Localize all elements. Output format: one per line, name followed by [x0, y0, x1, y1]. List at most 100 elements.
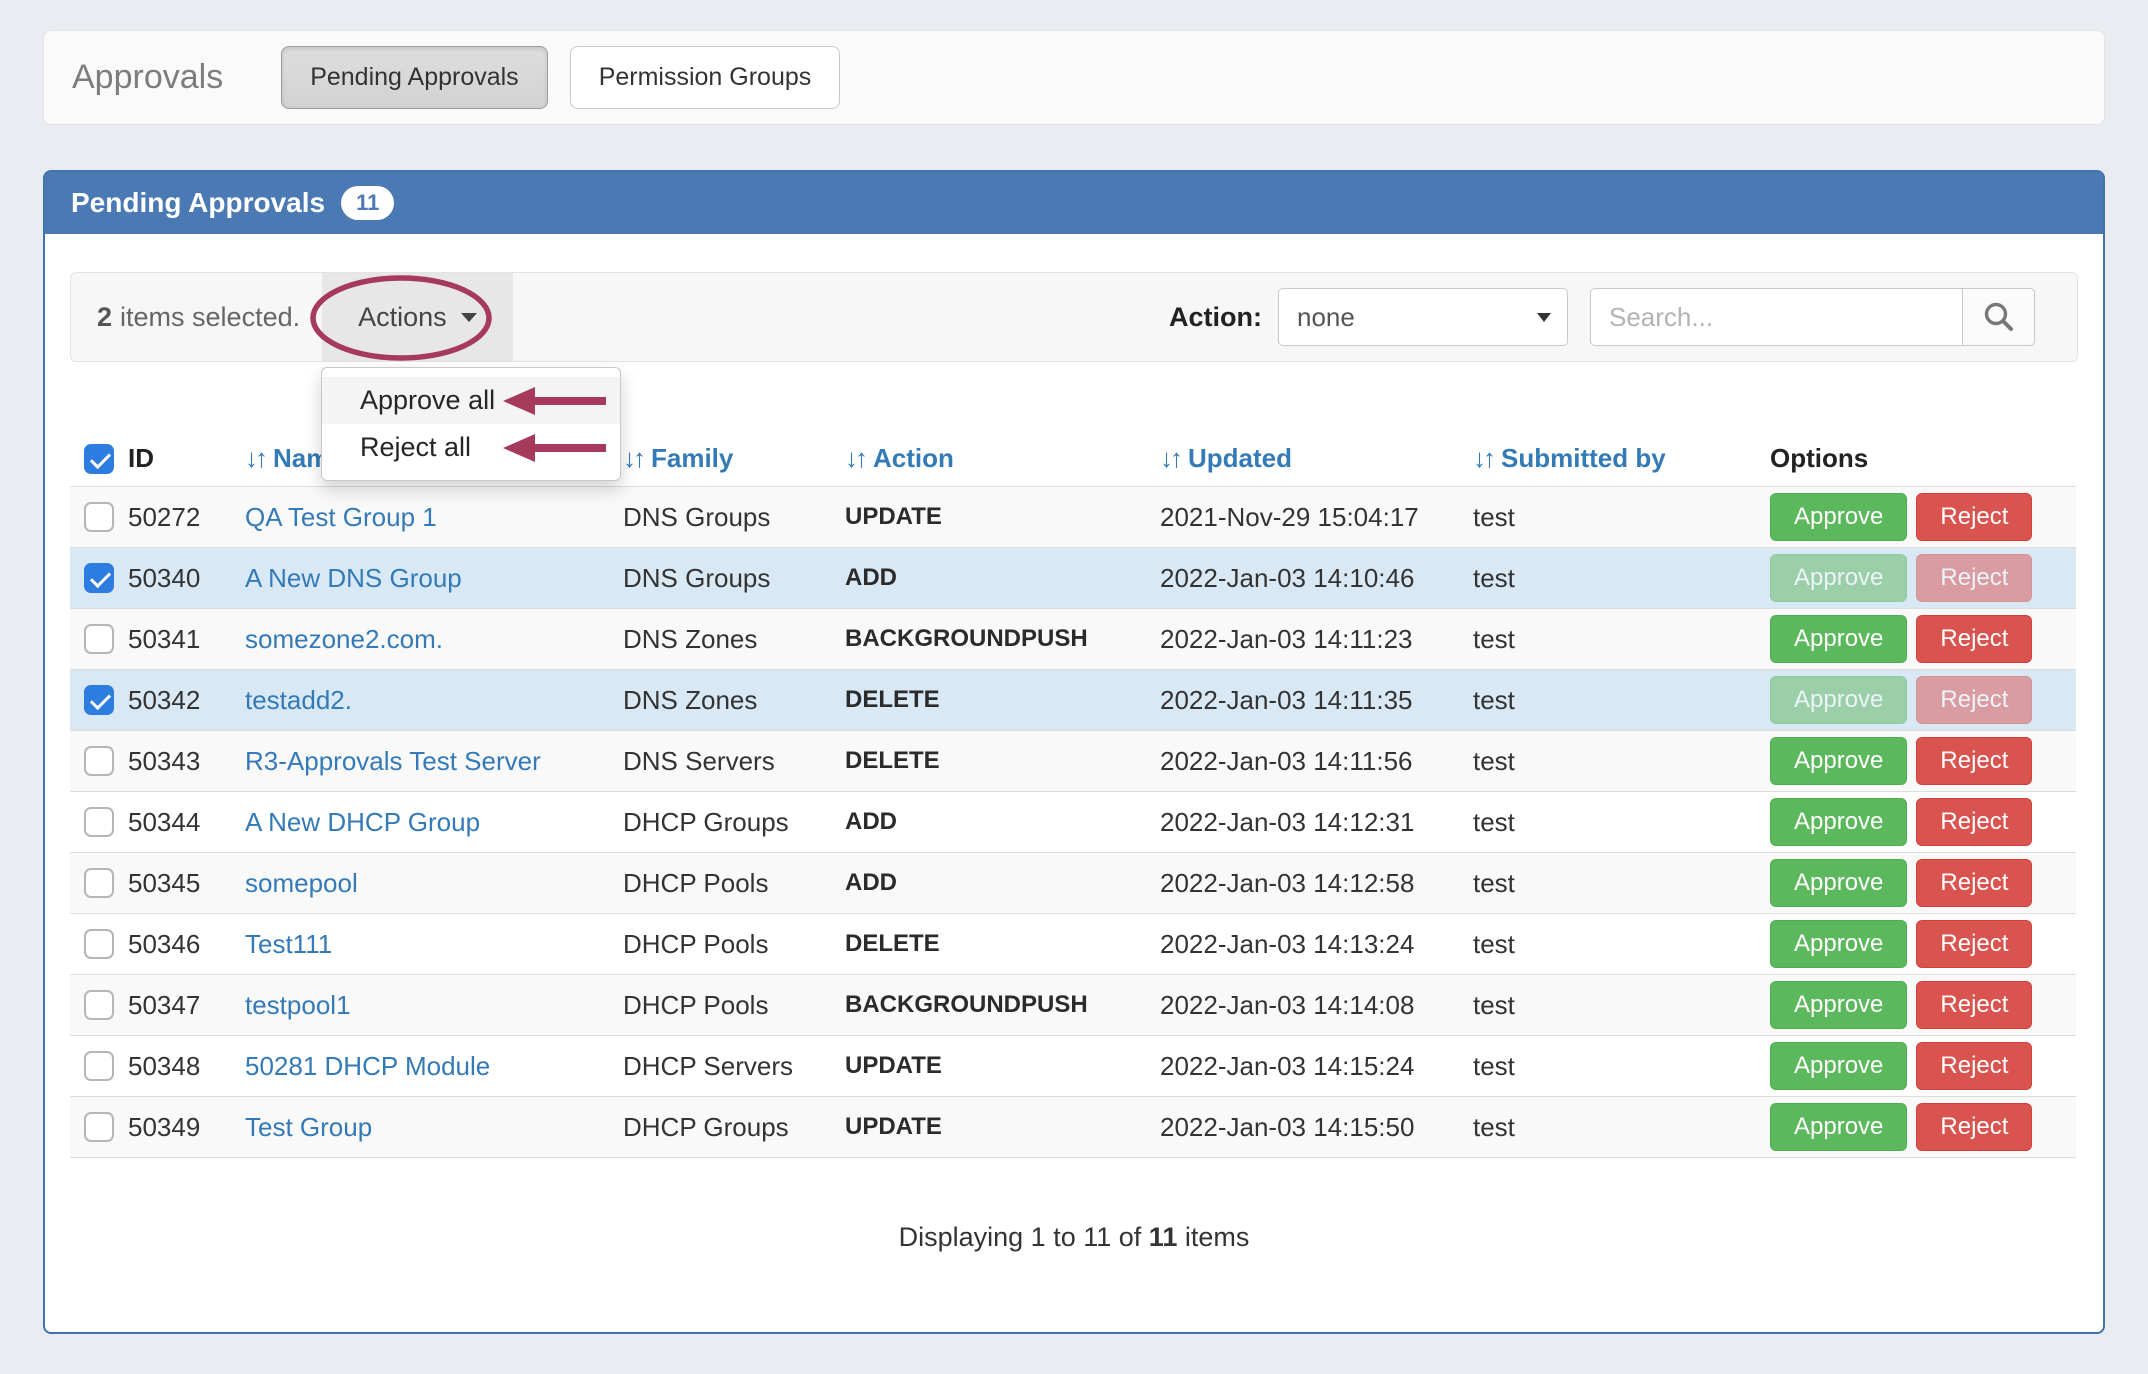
row-family: DHCP Groups	[611, 1097, 833, 1158]
approve-button[interactable]: Approve	[1770, 1042, 1907, 1090]
row-checkbox[interactable]	[84, 746, 114, 776]
row-id: 50272	[116, 487, 233, 548]
row-name-link[interactable]: testpool1	[245, 990, 351, 1020]
row-name-link[interactable]: 50281 DHCP Module	[245, 1051, 490, 1081]
actions-button-label: Actions	[358, 302, 447, 333]
row-updated: 2022-Jan-03 14:15:24	[1148, 1036, 1461, 1097]
reject-button[interactable]: Reject	[1916, 981, 2032, 1029]
row-family: DNS Servers	[611, 731, 833, 792]
row-name-link[interactable]: testadd2.	[245, 685, 352, 715]
approve-button[interactable]: Approve	[1770, 920, 1907, 968]
table-row: 50346Test111DHCP PoolsDELETE2022-Jan-03 …	[70, 914, 2076, 975]
pending-approvals-panel: Pending Approvals 11 2 items selected. A…	[43, 170, 2105, 1334]
reject-button[interactable]: Reject	[1916, 676, 2032, 724]
dropdown-item-reject-all[interactable]: Reject all	[322, 424, 620, 471]
row-checkbox[interactable]	[84, 868, 114, 898]
reject-button[interactable]: Reject	[1916, 1042, 2032, 1090]
approve-button[interactable]: Approve	[1770, 554, 1907, 602]
row-submitted-by: test	[1461, 792, 1758, 853]
row-name-link[interactable]: QA Test Group 1	[245, 502, 437, 532]
selected-text: items selected.	[120, 302, 300, 333]
tab-permission-groups[interactable]: Permission Groups	[570, 46, 841, 109]
row-checkbox[interactable]	[84, 929, 114, 959]
reject-button[interactable]: Reject	[1916, 615, 2032, 663]
row-name-link[interactable]: somepool	[245, 868, 358, 898]
approve-button[interactable]: Approve	[1770, 676, 1907, 724]
tab-pending-approvals[interactable]: Pending Approvals	[281, 46, 547, 109]
row-family: DHCP Pools	[611, 853, 833, 914]
action-filter-select[interactable]: none	[1278, 288, 1568, 346]
approve-button[interactable]: Approve	[1770, 981, 1907, 1029]
row-name-link[interactable]: somezone2.com.	[245, 624, 443, 654]
reject-button[interactable]: Reject	[1916, 493, 2032, 541]
row-checkbox[interactable]	[84, 1051, 114, 1081]
row-name-link[interactable]: R3-Approvals Test Server	[245, 746, 541, 776]
row-submitted-by: test	[1461, 853, 1758, 914]
row-name-link[interactable]: A New DHCP Group	[245, 807, 480, 837]
row-name-link[interactable]: A New DNS Group	[245, 563, 462, 593]
row-updated: 2021-Nov-29 15:04:17	[1148, 487, 1461, 548]
table-row: 5034850281 DHCP ModuleDHCP ServersUPDATE…	[70, 1036, 2076, 1097]
approve-button[interactable]: Approve	[1770, 1103, 1907, 1151]
row-submitted-by: test	[1461, 670, 1758, 731]
table-row: 50344A New DHCP GroupDHCP GroupsADD2022-…	[70, 792, 2076, 853]
row-name-link[interactable]: Test111	[245, 929, 332, 959]
annotation-arrow-icon	[503, 386, 608, 416]
select-all-checkbox[interactable]	[84, 444, 114, 474]
approve-button[interactable]: Approve	[1770, 737, 1907, 785]
reject-button[interactable]: Reject	[1916, 737, 2032, 785]
footer-suffix: items	[1185, 1222, 1250, 1252]
panel-header: Pending Approvals 11	[45, 172, 2103, 234]
search-button[interactable]	[1962, 288, 2035, 346]
column-header-updated[interactable]: ↓↑Updated	[1148, 437, 1461, 487]
column-header-submitted[interactable]: ↓↑Submitted by	[1461, 437, 1758, 487]
row-family: DHCP Pools	[611, 975, 833, 1036]
approve-button[interactable]: Approve	[1770, 615, 1907, 663]
row-id: 50342	[116, 670, 233, 731]
search-input[interactable]	[1590, 288, 1962, 346]
table-row: 50340A New DNS GroupDNS GroupsADD2022-Ja…	[70, 548, 2076, 609]
page-background: Approvals Pending Approvals Permission G…	[0, 0, 2148, 1374]
row-checkbox[interactable]	[84, 990, 114, 1020]
reject-button[interactable]: Reject	[1916, 859, 2032, 907]
row-checkbox[interactable]	[84, 502, 114, 532]
row-checkbox[interactable]	[84, 807, 114, 837]
dropdown-item-approve-all[interactable]: Approve all	[322, 377, 620, 424]
search-group	[1590, 288, 2035, 346]
chevron-down-icon	[461, 313, 477, 322]
row-checkbox[interactable]	[84, 563, 114, 593]
row-family: DHCP Pools	[611, 914, 833, 975]
panel-title: Pending Approvals	[71, 187, 325, 219]
column-header-family[interactable]: ↓↑Family	[611, 437, 833, 487]
approve-button[interactable]: Approve	[1770, 493, 1907, 541]
approve-button[interactable]: Approve	[1770, 798, 1907, 846]
approve-button[interactable]: Approve	[1770, 859, 1907, 907]
row-family: DNS Groups	[611, 487, 833, 548]
row-action: BACKGROUNDPUSH	[833, 609, 1148, 670]
row-action: DELETE	[833, 914, 1148, 975]
row-id: 50345	[116, 853, 233, 914]
row-checkbox[interactable]	[84, 685, 114, 715]
action-filter-value: none	[1297, 302, 1355, 333]
row-id: 50347	[116, 975, 233, 1036]
reject-button[interactable]: Reject	[1916, 1103, 2032, 1151]
approvals-table: ID↓↑Name↓↑Family↓↑Action↓↑Updated↓↑Submi…	[70, 437, 2076, 1158]
row-checkbox[interactable]	[84, 1112, 114, 1142]
row-name-link[interactable]: Test Group	[245, 1112, 372, 1142]
column-header-action[interactable]: ↓↑Action	[833, 437, 1148, 487]
magnifier-icon	[1982, 300, 2016, 334]
reject-button[interactable]: Reject	[1916, 798, 2032, 846]
table-row: 50347testpool1DHCP PoolsBACKGROUNDPUSH20…	[70, 975, 2076, 1036]
table-row: 50345somepoolDHCP PoolsADD2022-Jan-03 14…	[70, 853, 2076, 914]
action-filter-label: Action:	[1169, 302, 1262, 333]
row-action: ADD	[833, 548, 1148, 609]
row-submitted-by: test	[1461, 731, 1758, 792]
sort-icon: ↓↑	[245, 443, 265, 473]
reject-button[interactable]: Reject	[1916, 554, 2032, 602]
selected-count: 2	[97, 302, 112, 333]
row-checkbox[interactable]	[84, 624, 114, 654]
reject-button[interactable]: Reject	[1916, 920, 2032, 968]
actions-dropdown-button[interactable]: Actions	[322, 273, 513, 361]
row-action: BACKGROUNDPUSH	[833, 975, 1148, 1036]
count-badge: 11	[341, 186, 394, 220]
